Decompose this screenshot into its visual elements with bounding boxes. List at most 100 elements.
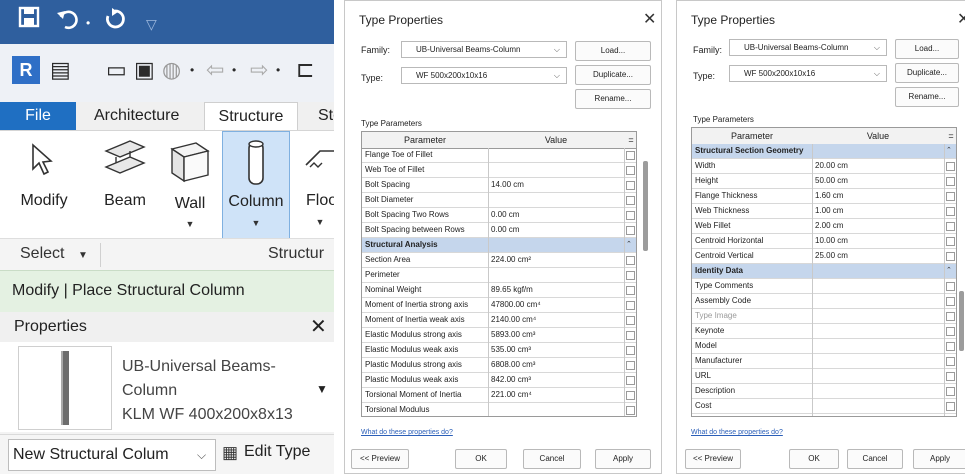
parameter-checkbox[interactable] [946, 252, 955, 261]
parameter-row[interactable]: Bolt Diameter [362, 193, 636, 208]
toggle-column-header[interactable]: = [625, 132, 636, 148]
parameter-value[interactable]: 14.00 cm [491, 178, 524, 192]
parameter-checkbox[interactable] [946, 207, 955, 216]
tab-architecture[interactable]: Architecture [94, 102, 179, 130]
family-combo[interactable]: UB-Universal Beams-Column ⌵ [729, 39, 887, 56]
home-icon[interactable]: ▤ [50, 58, 71, 82]
select-dropdown-icon[interactable]: ▼ [78, 250, 88, 261]
parameter-row[interactable]: Torsional Modulus [362, 403, 636, 416]
parameter-value[interactable]: 842.00 cm³ [491, 373, 531, 387]
parameter-value[interactable]: 2.00 cm [815, 219, 843, 233]
dropdown-icon[interactable]: • [86, 8, 90, 38]
collapse-icon[interactable]: ⌃ [946, 144, 952, 158]
parameter-row[interactable]: Model [692, 339, 956, 354]
instance-filter-combo[interactable]: New Structural Colum ⌵ [8, 439, 216, 471]
parameter-row[interactable]: Plastic Modulus weak axis 842.00 cm³ [362, 373, 636, 388]
parameter-checkbox[interactable] [946, 282, 955, 291]
parameter-row[interactable]: Keynote [692, 324, 956, 339]
parameter-row[interactable]: Elastic Modulus weak axis 535.00 cm³ [362, 343, 636, 358]
group-row[interactable]: Structural Analysis ⌃ [362, 238, 636, 253]
parameter-checkbox[interactable] [946, 372, 955, 381]
undo-icon[interactable]: ⇦ [206, 58, 224, 82]
duplicate-button[interactable]: Duplicate... [895, 63, 959, 83]
parameter-checkbox[interactable] [626, 331, 635, 340]
preview-button[interactable]: << Preview [685, 449, 741, 469]
parameter-checkbox[interactable] [946, 297, 955, 306]
group-row[interactable]: Structural Section Geometry ⌃ [692, 144, 956, 159]
grid-scrollbar[interactable] [643, 161, 648, 251]
parameter-checkbox[interactable] [626, 316, 635, 325]
measure-icon[interactable]: ⊏ [296, 58, 314, 82]
parameters-grid[interactable]: Parameter Value = Structural Section Geo… [691, 127, 957, 417]
tab-file[interactable]: File [0, 102, 76, 130]
group-row[interactable]: Identity Data ⌃ [692, 264, 956, 279]
parameter-checkbox[interactable] [946, 387, 955, 396]
beam-tool[interactable]: Beam [94, 131, 156, 239]
save-icon[interactable]: ▣ [134, 58, 155, 82]
type-combo[interactable]: WF 500x200x10x16 ⌵ [729, 65, 887, 82]
parameter-row[interactable]: Bolt Spacing Two Rows 0.00 cm [362, 208, 636, 223]
parameter-value[interactable]: 89.65 kgf/m [491, 283, 533, 297]
parameter-row[interactable]: Section Area 224.00 cm² [362, 253, 636, 268]
dropdown-icon[interactable]: • [190, 58, 194, 82]
parameter-value[interactable]: 5893.00 cm³ [491, 328, 535, 342]
collapse-icon[interactable]: ⌃ [946, 264, 952, 278]
parameter-value[interactable]: 1.60 cm [815, 189, 843, 203]
parameter-checkbox[interactable] [946, 342, 955, 351]
parameter-checkbox[interactable] [946, 237, 955, 246]
parameter-row[interactable]: Perimeter [362, 268, 636, 283]
parameter-checkbox[interactable] [626, 346, 635, 355]
parameter-value[interactable]: 1.00 cm [815, 204, 843, 218]
parameter-checkbox[interactable] [626, 406, 635, 415]
select-group-label[interactable]: Select [20, 245, 64, 263]
qat-customize-icon[interactable]: ▽ [146, 9, 157, 39]
sync-icon[interactable] [104, 8, 126, 38]
redo-icon[interactable]: ⇨ [250, 58, 268, 82]
type-selector[interactable]: UB-Universal Beams- Column KLM WF 400x20… [0, 342, 334, 432]
parameter-checkbox[interactable] [946, 162, 955, 171]
type-selector-dropdown-icon[interactable]: ▼ [316, 382, 328, 396]
parameter-value[interactable]: 10.00 cm [815, 234, 848, 248]
parameter-row[interactable]: Assembly Code [692, 294, 956, 309]
wall-dropdown-icon[interactable]: ▼ [164, 219, 216, 229]
dropdown-icon[interactable]: • [232, 58, 236, 82]
preview-button[interactable]: << Preview [351, 449, 409, 469]
help-link[interactable]: What do these properties do? [691, 429, 783, 436]
parameter-checkbox[interactable] [626, 301, 635, 310]
family-combo[interactable]: UB-Universal Beams-Column ⌵ [401, 41, 567, 58]
parameter-row[interactable]: Type Image [692, 309, 956, 324]
parameter-row[interactable]: Nominal Weight 89.65 kgf/m [362, 283, 636, 298]
duplicate-button[interactable]: Duplicate... [575, 65, 651, 85]
parameter-value[interactable]: 0.00 cm [491, 223, 519, 237]
close-icon[interactable]: ✕ [643, 9, 656, 29]
sync-center-icon[interactable]: ◍ [162, 58, 181, 82]
parameter-row[interactable]: Bolt Spacing 14.00 cm [362, 178, 636, 193]
ok-button[interactable]: OK [455, 449, 507, 469]
parameter-checkbox[interactable] [626, 211, 635, 220]
close-icon[interactable]: ✕ [310, 314, 327, 339]
parameter-row[interactable]: URL [692, 369, 956, 384]
undo-icon[interactable] [56, 8, 82, 38]
type-combo[interactable]: WF 500x200x10x16 ⌵ [401, 67, 567, 84]
collapse-icon[interactable]: ⌃ [626, 238, 632, 252]
tab-steel[interactable]: Ste [318, 102, 334, 130]
parameter-value[interactable]: 0.00 cm [491, 208, 519, 222]
parameter-value[interactable]: 2140.00 cm⁴ [491, 313, 536, 327]
load-button[interactable]: Load... [895, 39, 959, 59]
parameter-checkbox[interactable] [946, 222, 955, 231]
parameter-checkbox[interactable] [626, 391, 635, 400]
parameter-value[interactable]: 50.00 cm [815, 174, 848, 188]
parameter-row[interactable]: Web Toe of Fillet [362, 163, 636, 178]
parameter-row[interactable]: Bolt Spacing between Rows 0.00 cm [362, 223, 636, 238]
parameter-row[interactable]: Cost [692, 399, 956, 414]
help-link[interactable]: What do these properties do? [361, 429, 453, 436]
parameter-checkbox[interactable] [626, 286, 635, 295]
parameter-row[interactable]: Web Fillet 2.00 cm [692, 219, 956, 234]
apply-button[interactable]: Apply [595, 449, 651, 469]
floor-dropdown-icon[interactable]: ▼ [300, 217, 334, 227]
parameter-row[interactable]: Moment of Inertia weak axis 2140.00 cm⁴ [362, 313, 636, 328]
parameter-checkbox[interactable] [946, 192, 955, 201]
parameter-value[interactable]: 535.00 cm³ [491, 343, 531, 357]
parameter-checkbox[interactable] [946, 312, 955, 321]
parameter-value[interactable]: 20.00 cm [815, 159, 848, 173]
